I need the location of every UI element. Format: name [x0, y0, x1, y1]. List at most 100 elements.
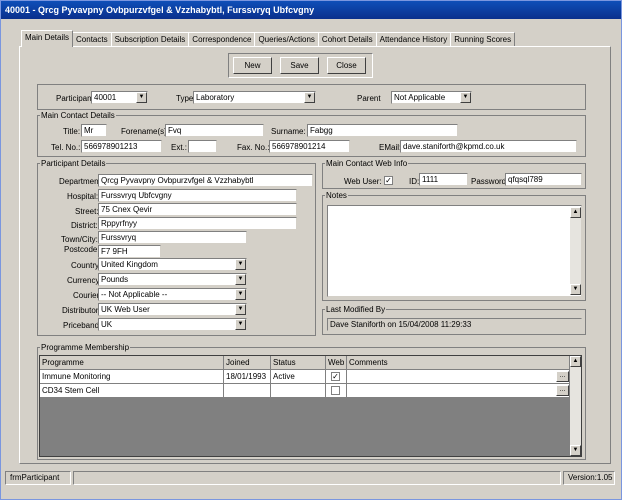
- notes-scrollbar[interactable]: ▲ ▼: [570, 207, 581, 295]
- currency-select[interactable]: Pounds ▼: [98, 273, 247, 286]
- email-label: EMail:: [379, 143, 402, 152]
- ext-field[interactable]: [188, 140, 217, 153]
- tab-running-scores[interactable]: Running Scores: [450, 32, 516, 47]
- web-checkbox[interactable]: ✓: [331, 372, 340, 381]
- participant-label: Participant: [56, 94, 94, 103]
- programme-scrollbar[interactable]: ▲ ▼: [570, 356, 581, 456]
- tab-main-details[interactable]: Main Details: [21, 30, 74, 47]
- tab-queries-actions[interactable]: Queries/Actions: [254, 32, 319, 47]
- participant-select[interactable]: 40001 ▼: [91, 91, 148, 104]
- web-user-label: Web User:: [344, 177, 382, 186]
- participant-details-legend: Participant Details: [41, 159, 106, 168]
- fax-field[interactable]: 566978901214: [269, 140, 350, 153]
- currency-value: Pounds: [101, 275, 129, 284]
- comments-cell[interactable]: ...: [347, 370, 570, 384]
- currency-label: Currency:: [67, 276, 102, 285]
- ellipsis-icon[interactable]: ...: [556, 385, 569, 396]
- last-modified-legend: Last Modified By: [326, 305, 386, 314]
- col-programme-header[interactable]: Programme: [40, 356, 224, 370]
- tab-attendance-history[interactable]: Attendance History: [375, 32, 452, 47]
- chevron-down-icon[interactable]: ▼: [235, 259, 246, 270]
- close-button[interactable]: Close: [327, 57, 366, 74]
- col-joined-header[interactable]: Joined: [224, 356, 271, 370]
- department-field[interactable]: Qrcg Pyvavpny Ovbpurzvfgel & Vzzhabybtl: [98, 174, 313, 187]
- forenames-field[interactable]: Fvq: [165, 124, 264, 137]
- hospital-field[interactable]: Furssvryq Ubfcvgny: [98, 189, 297, 202]
- col-status-header[interactable]: Status: [271, 356, 326, 370]
- priceband-value: UK: [101, 320, 113, 329]
- table-row[interactable]: Immune Monitoring 18/01/1993 Active ✓ ..…: [40, 370, 570, 384]
- parent-select[interactable]: Not Applicable ▼: [391, 91, 472, 104]
- type-label: Type: [176, 94, 194, 103]
- chevron-down-icon[interactable]: ▼: [235, 319, 246, 330]
- scroll-down-icon[interactable]: ▼: [570, 445, 581, 456]
- web-user-checkbox[interactable]: ✓: [384, 176, 393, 185]
- comments-cell[interactable]: ...: [347, 384, 570, 398]
- chevron-down-icon[interactable]: ▼: [235, 274, 246, 285]
- status-cell[interactable]: [271, 384, 326, 398]
- web-info-legend: Main Contact Web Info: [326, 159, 408, 168]
- chevron-down-icon[interactable]: ▼: [136, 92, 147, 103]
- town-label: Town/City:: [61, 235, 98, 244]
- status-cell[interactable]: Active: [271, 370, 326, 384]
- notes-legend: Notes: [326, 191, 347, 200]
- postcode-field[interactable]: F7 9FH: [98, 245, 161, 258]
- notes-textarea[interactable]: [327, 205, 582, 297]
- web-checkbox[interactable]: [331, 386, 340, 395]
- postcode-label: Postcode:: [64, 245, 100, 254]
- programme-cell[interactable]: Immune Monitoring: [40, 370, 224, 384]
- scroll-up-icon[interactable]: ▲: [570, 356, 581, 367]
- forenames-label: Forename(s):: [121, 127, 170, 136]
- programme-cell[interactable]: CD34 Stem Cell: [40, 384, 224, 398]
- save-button[interactable]: Save: [280, 57, 319, 74]
- country-value: United Kingdom: [101, 260, 158, 269]
- surname-label: Surname:: [271, 127, 306, 136]
- password-field[interactable]: qfqsql789: [505, 173, 582, 186]
- title-field[interactable]: Mr: [81, 124, 107, 137]
- distributor-label: Distributor:: [62, 306, 101, 315]
- title-label: Title:: [63, 127, 81, 136]
- version-status: Version:1.05: [563, 471, 615, 485]
- web-cell[interactable]: [326, 384, 347, 398]
- new-button[interactable]: New: [233, 57, 272, 74]
- scroll-down-icon[interactable]: ▼: [570, 284, 581, 295]
- tel-field[interactable]: 566978901213: [81, 140, 162, 153]
- col-web-header[interactable]: Web: [326, 356, 347, 370]
- department-label: Department:: [59, 177, 104, 186]
- parent-value: Not Applicable: [394, 93, 446, 102]
- chevron-down-icon[interactable]: ▼: [460, 92, 471, 103]
- priceband-select[interactable]: UK ▼: [98, 318, 247, 331]
- joined-cell[interactable]: [224, 384, 271, 398]
- col-comments-header[interactable]: Comments: [347, 356, 570, 370]
- surname-field[interactable]: Fabgg: [307, 124, 458, 137]
- type-select[interactable]: Laboratory ▼: [193, 91, 316, 104]
- tab-correspondence[interactable]: Correspondence: [188, 32, 256, 47]
- courier-select[interactable]: -- Not Applicable -- ▼: [98, 288, 247, 301]
- chevron-down-icon[interactable]: ▼: [235, 304, 246, 315]
- street-field[interactable]: 75 Cnex Qevir: [98, 203, 297, 216]
- status-bar: frmParticipant Version:1.05: [5, 470, 617, 486]
- table-row[interactable]: CD34 Stem Cell ...: [40, 384, 570, 398]
- programme-membership-legend: Programme Membership: [41, 343, 130, 352]
- country-select[interactable]: United Kingdom ▼: [98, 258, 247, 271]
- courier-value: -- Not Applicable --: [101, 290, 168, 299]
- joined-cell[interactable]: 18/01/1993: [224, 370, 271, 384]
- programme-grid: Programme Joined Status Web Comments Imm…: [39, 355, 582, 457]
- tab-subscription-details[interactable]: Subscription Details: [110, 32, 190, 47]
- id-field[interactable]: 1111: [419, 173, 468, 186]
- distributor-select[interactable]: UK Web User ▼: [98, 303, 247, 316]
- country-label: Country:: [71, 261, 102, 270]
- tab-cohort-details[interactable]: Cohort Details: [317, 32, 377, 47]
- main-contact-legend: Main Contact Details: [41, 111, 115, 120]
- email-field[interactable]: dave.staniforth@kpmd.co.uk: [400, 140, 577, 153]
- town-field[interactable]: Furssvryq: [98, 231, 247, 244]
- district-field[interactable]: Rppyrfnyy: [98, 217, 297, 230]
- tel-label: Tel. No.:: [51, 143, 81, 152]
- password-label: Password:: [471, 177, 509, 186]
- chevron-down-icon[interactable]: ▼: [235, 289, 246, 300]
- ellipsis-icon[interactable]: ...: [556, 371, 569, 382]
- web-cell[interactable]: ✓: [326, 370, 347, 384]
- scroll-up-icon[interactable]: ▲: [570, 207, 581, 218]
- tab-contacts[interactable]: Contacts: [72, 32, 112, 47]
- chevron-down-icon[interactable]: ▼: [304, 92, 315, 103]
